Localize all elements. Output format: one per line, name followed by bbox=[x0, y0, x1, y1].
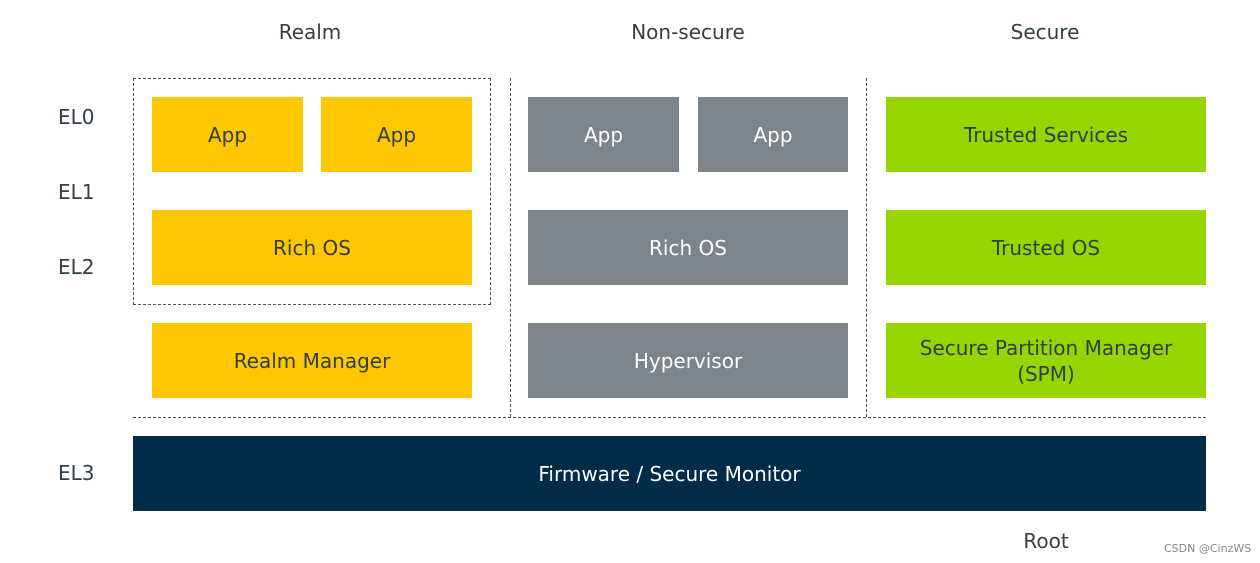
realm-manager: Realm Manager bbox=[152, 323, 472, 398]
el3-label: EL3 bbox=[58, 461, 95, 485]
firmware-secure-monitor: Firmware / Secure Monitor bbox=[133, 436, 1206, 511]
non-secure-header: Non-secure bbox=[631, 20, 745, 44]
nonsecure-rich-os: Rich OS bbox=[528, 210, 848, 285]
el2-label: EL2 bbox=[58, 255, 95, 279]
el0-label: EL0 bbox=[58, 105, 95, 129]
nonsecure-app-2: App bbox=[698, 97, 848, 172]
realm-rich-os: Rich OS bbox=[152, 210, 472, 285]
trusted-services: Trusted Services bbox=[886, 97, 1206, 172]
spm-line2: (SPM) bbox=[1017, 361, 1075, 386]
el1-label: EL1 bbox=[58, 180, 95, 204]
nonsecure-app-1: App bbox=[528, 97, 679, 172]
realm-app-1: App bbox=[152, 97, 303, 172]
watermark: CSDN @CinzWS bbox=[1164, 542, 1252, 555]
hypervisor: Hypervisor bbox=[528, 323, 848, 398]
realm-app-2: App bbox=[321, 97, 472, 172]
secure-header: Secure bbox=[1010, 20, 1080, 44]
divider-realm-nonsecure bbox=[510, 78, 511, 417]
secure-partition-manager: Secure Partition Manager (SPM) bbox=[886, 323, 1206, 398]
spm-line1: Secure Partition Manager bbox=[919, 335, 1173, 360]
realm-header: Realm bbox=[278, 20, 342, 44]
divider-root bbox=[133, 417, 1206, 418]
trusted-os: Trusted OS bbox=[886, 210, 1206, 285]
root-label: Root bbox=[1023, 529, 1069, 553]
divider-nonsecure-secure bbox=[866, 78, 867, 417]
